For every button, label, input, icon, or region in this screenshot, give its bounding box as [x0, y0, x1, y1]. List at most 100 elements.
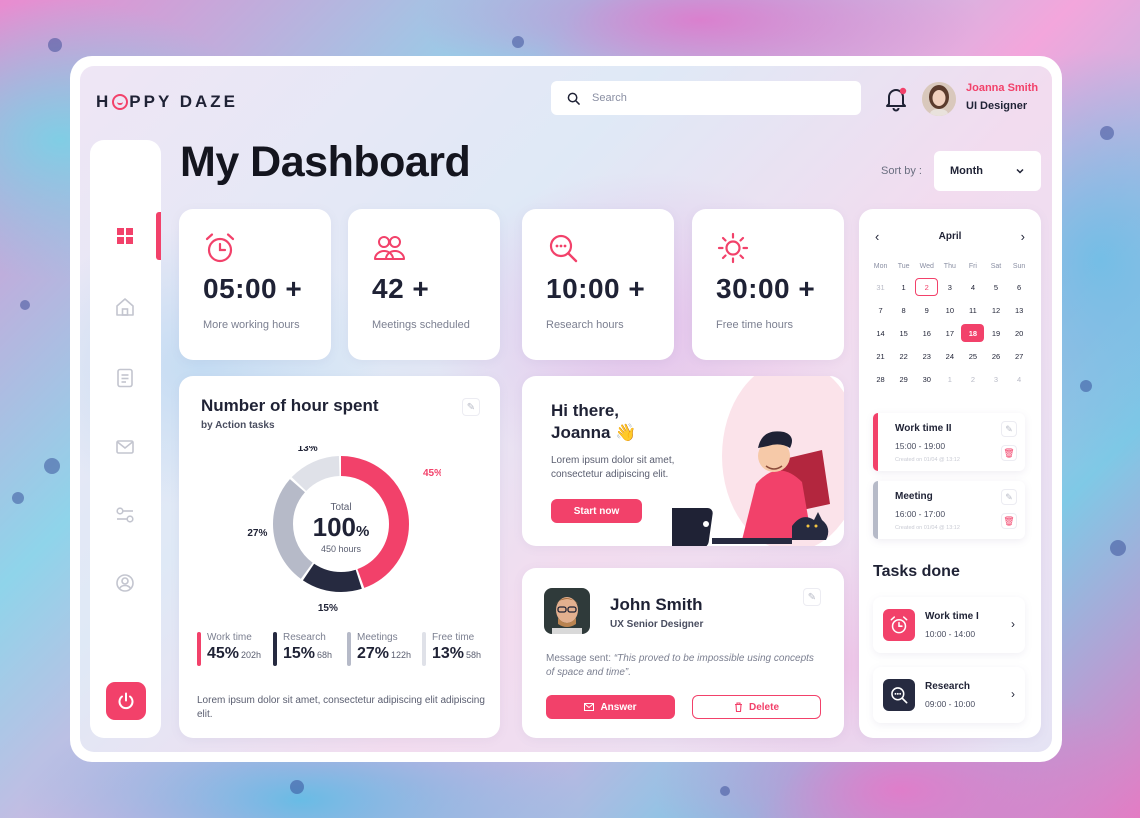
message-text: Message sent: “This proved to be impossi…	[546, 652, 816, 680]
event-card-work-time[interactable]: Work time II 15:00 - 19:00 Created on 01…	[873, 413, 1025, 471]
stat-label: Free time hours	[716, 319, 794, 331]
calendar-date[interactable]: 30	[915, 370, 938, 388]
calendar-day-name: Tue	[897, 262, 910, 270]
chevron-down-icon	[1016, 168, 1024, 174]
document-icon[interactable]	[114, 367, 136, 389]
legend-percent: 45% 202h	[207, 645, 262, 662]
user-profile-icon[interactable]	[114, 572, 136, 594]
calendar-date[interactable]: 9	[915, 301, 938, 319]
calendar-date[interactable]: 1	[938, 370, 961, 388]
calendar-date[interactable]: 16	[915, 324, 938, 342]
calendar-month: April	[938, 231, 962, 242]
background-bubble	[44, 458, 60, 474]
stat-card-meetings[interactable]: 42 + Meetings scheduled	[348, 209, 500, 360]
event-card-meeting[interactable]: Meeting 16:00 - 17:00 Created on 01/04 @…	[873, 481, 1025, 539]
calendar-date[interactable]: 2	[915, 278, 939, 296]
event-hours: 16:00 - 17:00	[895, 509, 946, 519]
calendar-date[interactable]: 19	[984, 324, 1007, 342]
calendar-date[interactable]: 7	[869, 301, 892, 319]
sort-select[interactable]: Month	[934, 151, 1041, 191]
user-avatar[interactable]	[922, 82, 956, 116]
stat-value: 30:00 +	[716, 273, 816, 304]
legend-research: Research 15% 68h	[273, 632, 332, 666]
stat-card-free-time[interactable]: 30:00 + Free time hours	[692, 209, 844, 360]
alarm-clock-icon	[205, 233, 235, 263]
brand-logo[interactable]: H PPY DAZE	[96, 92, 238, 112]
mail-icon[interactable]	[114, 436, 136, 458]
greeting-title: Hi there, Joanna 👋	[551, 400, 636, 444]
trash-icon[interactable]: 🗑	[1001, 513, 1017, 529]
calendar-date[interactable]: 20	[1008, 324, 1031, 342]
calendar-date[interactable]: 11	[961, 301, 984, 319]
background-bubble	[1080, 380, 1092, 392]
home-icon[interactable]	[114, 296, 136, 318]
search-chat-icon	[549, 234, 578, 263]
logout-button[interactable]	[106, 682, 146, 720]
mail-icon	[584, 703, 595, 711]
stat-value: 42 +	[372, 273, 430, 304]
calendar-date[interactable]: 8	[892, 301, 915, 319]
task-item-work-time[interactable]: Work time I 10:00 - 14:00 ›	[873, 597, 1025, 653]
calendar-date[interactable]: 18	[961, 324, 985, 342]
trash-icon[interactable]: 🗑	[1001, 445, 1017, 461]
chevron-right-icon[interactable]: ›	[1021, 229, 1025, 244]
search-bar[interactable]: Search	[551, 81, 861, 115]
legend-free-time: Free time 13% 58h	[422, 632, 481, 666]
calendar-date[interactable]: 4	[1008, 370, 1031, 388]
search-placeholder: Search	[592, 92, 627, 104]
background-bubble	[20, 300, 30, 310]
stat-card-research[interactable]: 10:00 + Research hours	[522, 209, 674, 360]
calendar-date[interactable]: 26	[984, 347, 1007, 365]
calendar-date[interactable]: 31	[869, 278, 892, 296]
calendar-date[interactable]: 24	[938, 347, 961, 365]
calendar-date[interactable]: 14	[869, 324, 892, 342]
contact-role: UX Senior Designer	[610, 619, 704, 630]
bell-icon[interactable]	[884, 86, 908, 112]
edit-pencil-icon[interactable]: ✎	[1001, 421, 1017, 437]
calendar-date[interactable]: 23	[915, 347, 938, 365]
settings-sliders-icon[interactable]	[114, 504, 136, 526]
trash-icon	[734, 702, 742, 712]
calendar-date[interactable]: 28	[869, 370, 892, 388]
calendar-date[interactable]: 29	[892, 370, 915, 388]
calendar-date[interactable]: 25	[961, 347, 984, 365]
chevron-right-icon[interactable]: ›	[1011, 617, 1015, 631]
message-card: John Smith UX Senior Designer ✎ Message …	[522, 568, 844, 738]
calendar-date[interactable]: 10	[938, 301, 961, 319]
calendar-date[interactable]: 12	[984, 301, 1007, 319]
delete-button[interactable]: Delete	[692, 695, 821, 719]
chevron-left-icon[interactable]: ‹	[875, 229, 879, 244]
legend-name: Work time	[207, 632, 252, 643]
calendar-date[interactable]: 4	[961, 278, 984, 296]
legend-name: Meetings	[357, 632, 398, 643]
calendar-date[interactable]: 13	[1008, 301, 1031, 319]
chevron-right-icon[interactable]: ›	[1011, 687, 1015, 701]
calendar-day-name: Wed	[919, 262, 934, 270]
stat-card-working-hours[interactable]: 05:00 + More working hours	[179, 209, 331, 360]
stat-label: Research hours	[546, 319, 624, 331]
greeting-text: Lorem ipsum dolor sit amet, consectetur …	[551, 455, 675, 480]
calendar-date[interactable]: 5	[984, 278, 1007, 296]
answer-button[interactable]: Answer	[546, 695, 675, 719]
start-now-button[interactable]: Start now	[551, 499, 642, 523]
brand-name-suffix: PPY DAZE	[129, 92, 238, 111]
calendar-date[interactable]: 17	[938, 324, 961, 342]
calendar-date[interactable]: 22	[892, 347, 915, 365]
calendar-date[interactable]: 3	[938, 278, 961, 296]
calendar-date[interactable]: 2	[961, 370, 984, 388]
calendar-date[interactable]: 6	[1008, 278, 1031, 296]
calendar-date[interactable]: 1	[892, 278, 915, 296]
calendar-date[interactable]: 27	[1008, 347, 1031, 365]
task-item-research[interactable]: Research 09:00 - 10:00 ›	[873, 667, 1025, 723]
edit-pencil-icon[interactable]: ✎	[1001, 489, 1017, 505]
contact-avatar[interactable]	[544, 588, 590, 634]
event-created: Created on 01/04 @ 13:12	[895, 457, 960, 463]
grid-icon[interactable]	[114, 225, 136, 247]
calendar-date[interactable]: 21	[869, 347, 892, 365]
tasks-done-title: Tasks done	[873, 563, 960, 580]
edit-pencil-icon[interactable]: ✎	[462, 398, 480, 416]
calendar-date[interactable]: 15	[892, 324, 915, 342]
calendar-day-name: Mon	[873, 262, 888, 270]
calendar-date[interactable]: 3	[984, 370, 1007, 388]
edit-pencil-icon[interactable]: ✎	[803, 588, 821, 606]
